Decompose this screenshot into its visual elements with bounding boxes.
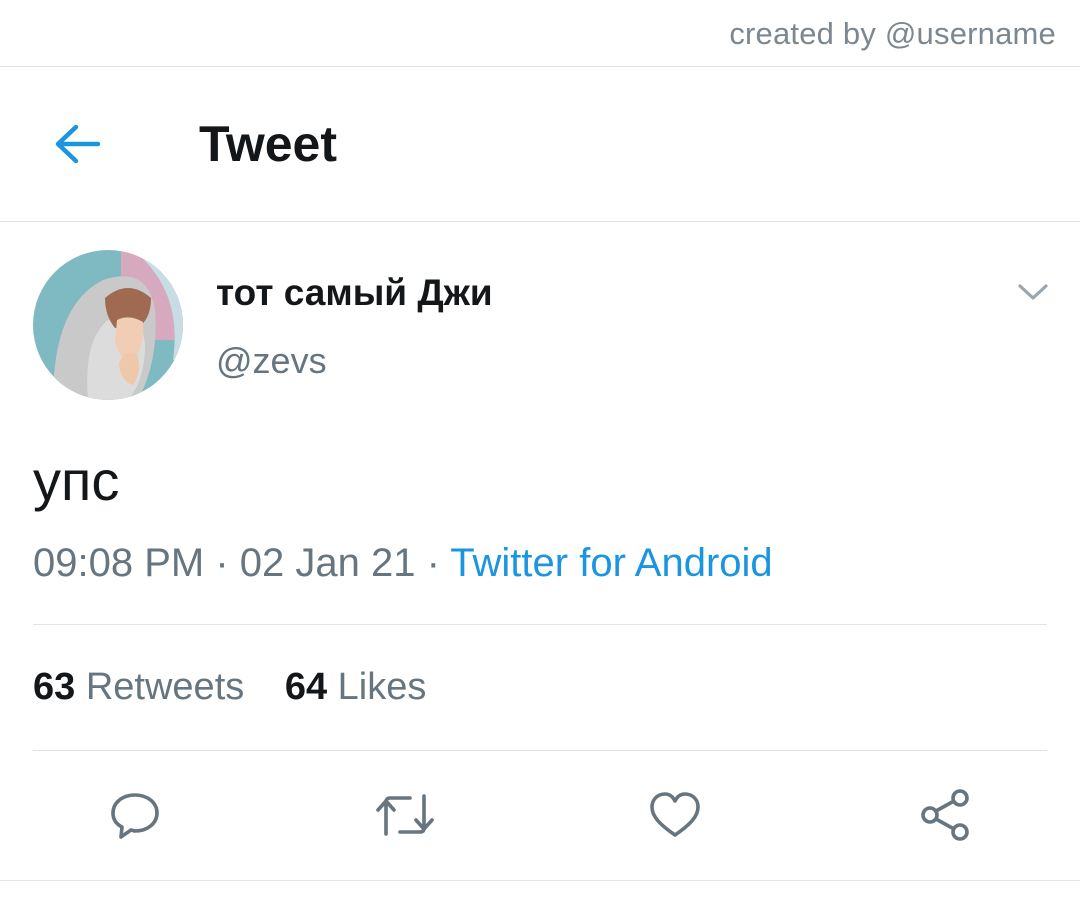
tweet-date: 02 Jan 21 <box>239 541 416 585</box>
header: Tweet <box>0 67 1080 222</box>
bottom-divider <box>0 880 1080 881</box>
meta-separator: · <box>415 541 451 585</box>
tweet-actions <box>0 780 1080 850</box>
tweet-meta: 09:08 PM · 02 Jan 21 · Twitter for Andro… <box>33 541 773 586</box>
divider <box>33 624 1047 625</box>
tweet-options-button[interactable] <box>1010 274 1056 310</box>
meta-separator: · <box>204 541 240 585</box>
avatar[interactable] <box>33 250 183 400</box>
back-button[interactable] <box>44 111 110 177</box>
retweets-count: 63 <box>33 666 76 708</box>
retweet-button[interactable] <box>370 780 440 850</box>
credit-text: created by @username <box>729 16 1056 51</box>
divider <box>33 750 1047 751</box>
tweet-text: упс <box>33 449 120 512</box>
avatar-photo <box>33 250 183 400</box>
retweets-stat[interactable]: 63 Retweets <box>33 666 244 708</box>
likes-count: 64 <box>284 666 328 708</box>
tweet-time: 09:08 PM <box>33 541 205 585</box>
reply-button[interactable] <box>100 780 170 850</box>
share-icon <box>921 789 969 841</box>
tweet-source-link[interactable]: Twitter for Android <box>450 541 772 585</box>
chevron-down-icon <box>1018 284 1048 300</box>
likes-stat[interactable]: 64 Likes <box>285 666 427 708</box>
like-button[interactable] <box>640 780 710 850</box>
retweet-icon <box>376 794 434 836</box>
credit-bar: created by @username <box>0 0 1080 67</box>
page-title: Tweet <box>199 116 337 172</box>
like-icon <box>650 792 700 837</box>
reply-icon <box>111 793 159 839</box>
author-handle[interactable]: @zevs <box>216 340 327 382</box>
tweet-stats: 63 Retweets 64 Likes <box>33 666 456 709</box>
share-button[interactable] <box>910 780 980 850</box>
arrow-left-icon <box>55 124 101 164</box>
author-display-name[interactable]: тот самый Джи <box>216 272 493 314</box>
retweets-label: Retweets <box>85 666 245 708</box>
likes-label: Likes <box>337 666 427 708</box>
